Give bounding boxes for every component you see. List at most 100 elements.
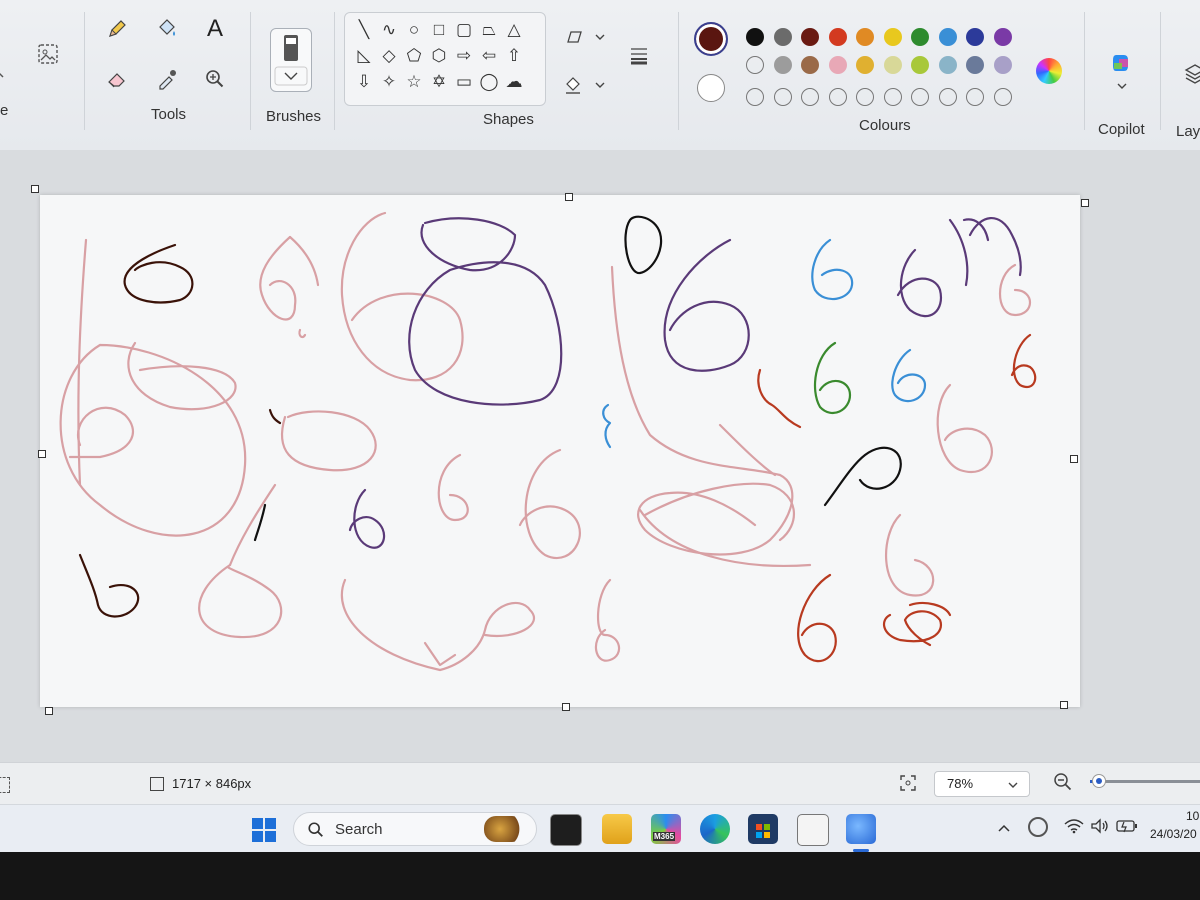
colour-swatch[interactable] — [828, 28, 847, 46]
empty-colour-slot[interactable] — [938, 88, 957, 106]
pencil-icon[interactable] — [100, 12, 134, 46]
edge-icon[interactable] — [700, 814, 730, 844]
colour-swatch[interactable] — [966, 28, 984, 46]
left-arrow-shape-icon[interactable]: ⇦ — [478, 45, 500, 67]
rectangle-shape-icon[interactable]: □ — [428, 19, 450, 41]
tools-group-label: Tools — [151, 106, 187, 123]
shapes-gallery[interactable]: ╲ ∿ ○ □ ▢ ⏢ △ ◺ ◇ ⬠ ⬡ ⇨ ⇦ ⇧ ⇩ ✧ ☆ ✡ ▭ ◯ … — [344, 12, 546, 106]
colour-swatch[interactable] — [773, 28, 792, 46]
four-point-star-shape-icon[interactable]: ✧ — [378, 71, 400, 93]
colour-swatch[interactable] — [773, 56, 792, 74]
empty-colour-slot[interactable] — [801, 88, 819, 106]
colour-swatch[interactable] — [828, 56, 847, 74]
colour-swatch[interactable] — [938, 56, 957, 74]
chevron-down-icon[interactable] — [1105, 74, 1139, 98]
zoom-out-icon[interactable] — [1052, 771, 1074, 793]
edit-colours-icon[interactable] — [1036, 58, 1062, 84]
empty-colour-slot[interactable] — [883, 88, 902, 106]
paint-icon[interactable] — [846, 814, 876, 844]
windows-start-icon[interactable] — [250, 816, 278, 844]
resize-handle-right[interactable] — [1070, 455, 1078, 463]
empty-colour-slot[interactable] — [746, 56, 764, 74]
line-shape-icon[interactable]: ╲ — [353, 19, 375, 41]
layers-icon[interactable] — [1178, 56, 1200, 90]
resize-handle-bottom-left[interactable] — [45, 707, 53, 715]
colour-swatch[interactable] — [746, 28, 764, 46]
colour-swatch[interactable] — [801, 56, 819, 74]
stroke-size-icon[interactable] — [622, 38, 656, 72]
colour-swatch[interactable] — [856, 28, 874, 46]
empty-colour-slot[interactable] — [856, 88, 874, 106]
pentagon-shape-icon[interactable]: ⬠ — [403, 45, 425, 67]
eraser-icon[interactable] — [100, 62, 134, 96]
resize-handle-bottom[interactable] — [562, 703, 570, 711]
drawing-canvas[interactable] — [40, 195, 1080, 707]
colour-swatch[interactable] — [856, 56, 874, 74]
colour-picker-icon[interactable] — [150, 62, 184, 96]
cloud-callout-shape-icon[interactable]: ☁ — [503, 71, 525, 93]
rect-callout-shape-icon[interactable]: ▭ — [453, 71, 475, 93]
up-arrow-shape-icon[interactable]: ⇧ — [503, 45, 525, 67]
empty-colour-slot[interactable] — [773, 88, 792, 106]
chevron-down-icon[interactable] — [583, 68, 617, 102]
m365-icon[interactable]: M365 — [651, 814, 681, 844]
fill-bucket-icon[interactable] — [150, 12, 184, 46]
resize-handle-top[interactable] — [565, 193, 573, 201]
empty-colour-slot[interactable] — [966, 88, 984, 106]
triangle-shape-icon[interactable]: △ — [503, 19, 525, 41]
colour-swatch[interactable] — [993, 56, 1012, 74]
text-tool[interactable]: A — [198, 12, 232, 46]
colour-1-selector[interactable] — [694, 22, 728, 56]
zoom-slider-thumb[interactable] — [1091, 774, 1106, 788]
battery-icon[interactable] — [1116, 819, 1138, 838]
clock-date[interactable]: 24/03/20 — [1150, 827, 1200, 841]
colour-swatch[interactable] — [911, 28, 929, 46]
colour-swatch[interactable] — [966, 56, 984, 74]
colour-swatch[interactable] — [883, 28, 902, 46]
empty-colour-slot[interactable] — [746, 88, 764, 106]
diamond-shape-icon[interactable]: ◇ — [378, 45, 400, 67]
right-arrow-shape-icon[interactable]: ⇨ — [453, 45, 475, 67]
colour-swatch[interactable] — [993, 28, 1012, 46]
oval-callout-shape-icon[interactable]: ◯ — [478, 71, 500, 93]
fit-to-window-icon[interactable] — [898, 773, 918, 793]
resize-handle-bottom-right[interactable] — [1060, 701, 1068, 709]
curve-shape-icon[interactable]: ∿ — [378, 19, 400, 41]
image-select-icon[interactable] — [30, 36, 66, 72]
colour-swatch[interactable] — [801, 28, 819, 46]
right-triangle-shape-icon[interactable]: ◺ — [353, 45, 375, 67]
sync-icon[interactable] — [1028, 817, 1048, 837]
colour-swatch[interactable] — [911, 56, 929, 74]
file-explorer-icon[interactable] — [602, 814, 632, 844]
wifi-icon[interactable] — [1064, 818, 1084, 839]
oval-shape-icon[interactable]: ○ — [403, 19, 425, 41]
volume-icon[interactable] — [1090, 818, 1110, 839]
empty-colour-slot[interactable] — [911, 88, 929, 106]
empty-colour-slot[interactable] — [993, 88, 1012, 106]
resize-handle-top-left[interactable] — [31, 185, 39, 193]
colour-swatch[interactable] — [883, 56, 902, 74]
colour-2-selector[interactable] — [697, 74, 725, 102]
chevron-down-icon[interactable] — [583, 20, 617, 54]
zoom-dropdown[interactable]: 78% — [934, 771, 1030, 797]
app-icon[interactable] — [797, 814, 829, 846]
six-point-star-shape-icon[interactable]: ✡ — [428, 71, 450, 93]
zoom-slider[interactable] — [1090, 774, 1200, 788]
taskbar-search-box[interactable]: Search — [293, 812, 537, 846]
resize-handle-top-right[interactable] — [1081, 199, 1089, 207]
terminal-icon[interactable] — [550, 814, 582, 846]
microsoft-store-icon[interactable] — [748, 814, 778, 844]
clock-time[interactable]: 10 — [1186, 809, 1199, 823]
brushes-button[interactable] — [270, 28, 312, 92]
polygon-shape-icon[interactable]: ⏢ — [478, 19, 500, 41]
empty-colour-slot[interactable] — [828, 88, 847, 106]
partial-chevron-icon[interactable] — [0, 58, 20, 92]
chevron-up-icon[interactable] — [996, 821, 1012, 837]
magnifier-icon[interactable] — [198, 62, 232, 96]
rounded-rectangle-shape-icon[interactable]: ▢ — [453, 19, 475, 41]
colour-swatch[interactable] — [938, 28, 957, 46]
five-point-star-shape-icon[interactable]: ☆ — [403, 71, 425, 93]
hexagon-shape-icon[interactable]: ⬡ — [428, 45, 450, 67]
resize-handle-left[interactable] — [38, 450, 46, 458]
down-arrow-shape-icon[interactable]: ⇩ — [353, 71, 375, 93]
